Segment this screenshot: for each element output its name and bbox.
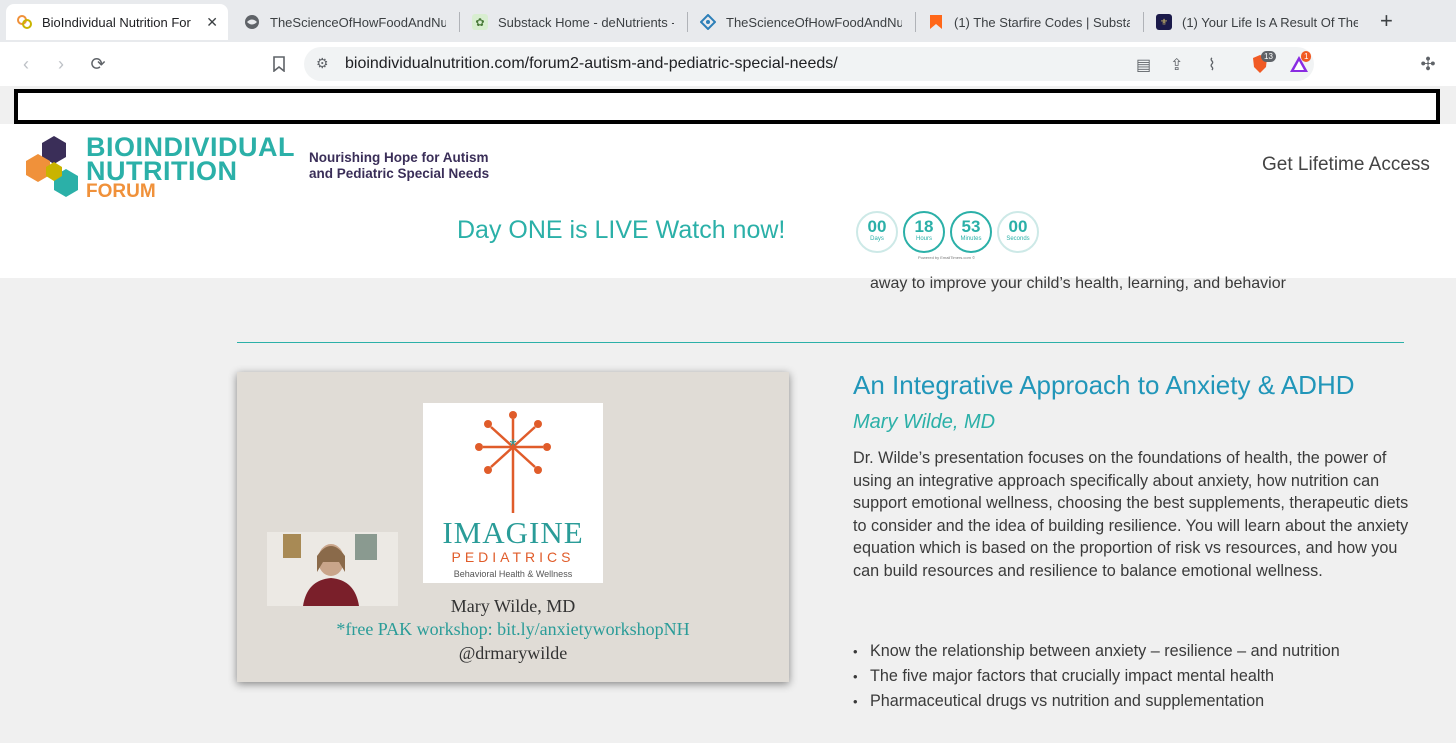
tagline: Nourishing Hope for Autism and Pediatric… <box>309 150 489 182</box>
tab-title: (1) Your Life Is A Result Of The <box>1182 14 1358 30</box>
bookmark-orange-icon <box>928 14 944 30</box>
timer-days-value: 00 <box>867 217 887 236</box>
tab-title: BioIndividual Nutrition For <box>42 14 191 30</box>
logo-line-3: FORUM <box>86 181 156 202</box>
tab-title: TheScienceOfHowFoodAndNut <box>726 14 902 30</box>
back-arrow-icon[interactable]: ‹ <box>14 52 38 76</box>
logo-sub: PEDIATRICS <box>451 549 575 565</box>
get-lifetime-access-link[interactable]: Get Lifetime Access <box>1262 154 1430 176</box>
timer-minutes-label: Minutes <box>960 236 982 242</box>
timer-hours-value: 18 <box>914 217 934 236</box>
svg-text:*: * <box>509 436 516 456</box>
globe-icon <box>244 14 260 30</box>
reader-mode-icon[interactable]: ▤ <box>1136 55 1151 75</box>
substack-favicon-icon: ✿ <box>472 14 488 30</box>
url-text[interactable]: bioindividualnutrition.com/forum2-autism… <box>345 55 838 73</box>
timer-days: 00 Days <box>856 211 898 253</box>
list-item: The five major factors that crucially im… <box>853 664 1340 689</box>
speaker-name: Mary Wilde, MD <box>853 411 996 433</box>
tab-your-life[interactable]: ⚜ (1) Your Life Is A Result Of The <box>1146 4 1368 40</box>
talk-description: Dr. Wilde’s presentation focuses on the … <box>853 449 1409 580</box>
speaker-webcam-thumbnail <box>267 532 398 606</box>
section-divider <box>237 342 1404 343</box>
takeaways-list: Know the relationship between anxiety – … <box>853 639 1340 714</box>
site-settings-icon[interactable]: ⚙ <box>316 55 329 72</box>
logo-word: IMAGINE <box>442 515 584 550</box>
tab-substack-home[interactable]: ✿ Substack Home - deNutrients - <box>462 4 684 40</box>
tab-science-1[interactable]: TheScienceOfHowFoodAndNut <box>234 4 456 40</box>
tagline-line-2: and Pediatric Special Needs <box>309 166 490 181</box>
site-header: BIOINDIVIDUAL NUTRITION FORUM Nourishing… <box>0 124 1456 278</box>
dandelion-people-icon: * <box>475 411 551 513</box>
slide-handle: @drmarywilde <box>458 643 568 663</box>
slide-workshop-link: *free PAK workshop: bit.ly/anxietyworksh… <box>336 619 690 639</box>
browser-toolbar: ‹ › ⟳ ⚙ bioindividualnutrition.com/forum… <box>0 42 1456 86</box>
address-bar[interactable]: ⚙ bioindividualnutrition.com/forum2-auti… <box>304 47 1314 81</box>
presentation-slide-image[interactable]: * IMAGINE PEDIATRICS Behavioral Health &… <box>237 372 789 682</box>
logo-hexagons-icon <box>24 134 84 204</box>
previous-bullet-text: away to improve your child’s health, lea… <box>870 275 1286 292</box>
list-item: Know the relationship between anxiety – … <box>853 639 1340 664</box>
tab-title: (1) The Starfire Codes | Substac <box>954 14 1130 30</box>
bookmark-icon[interactable] <box>267 52 291 76</box>
tab-strip: BioIndividual Nutrition For ✕ TheScience… <box>0 0 1456 42</box>
tab-science-2[interactable]: TheScienceOfHowFoodAndNut <box>690 4 912 40</box>
rss-icon[interactable]: ⌇ <box>1208 55 1216 75</box>
tab-separator <box>459 12 460 32</box>
tab-title: Substack Home - deNutrients - <box>498 14 674 30</box>
timer-hours-label: Hours <box>915 236 932 242</box>
reload-icon[interactable]: ⟳ <box>86 52 110 76</box>
tab-separator <box>915 12 916 32</box>
tab-starfire[interactable]: (1) The Starfire Codes | Substac <box>918 4 1140 40</box>
overlay-bar <box>14 89 1440 124</box>
timer-seconds-value: 00 <box>1008 217 1028 236</box>
imagine-pediatrics-logo: * IMAGINE PEDIATRICS Behavioral Health &… <box>423 403 603 583</box>
brave-shield-icon[interactable]: 13 <box>1251 51 1276 74</box>
share-icon[interactable]: ⇪ <box>1170 55 1183 75</box>
live-banner-link[interactable]: Day ONE is LIVE Watch now! <box>457 216 785 245</box>
tab-separator <box>1143 12 1144 32</box>
timer-seconds: 00 Seconds <box>997 211 1039 253</box>
timer-minutes-value: 53 <box>961 217 981 236</box>
forward-arrow-icon[interactable]: › <box>49 52 73 76</box>
tab-separator <box>687 12 688 32</box>
extensions-puzzle-icon[interactable]: ✣ <box>1416 52 1440 76</box>
new-tab-icon[interactable]: + <box>1380 8 1393 34</box>
close-tab-icon[interactable]: ✕ <box>206 14 218 31</box>
diamond-favicon-icon <box>700 14 716 30</box>
tagline-line-1: Nourishing Hope for Autism <box>309 150 489 165</box>
list-item: Pharmaceutical drugs vs nutrition and su… <box>853 689 1340 714</box>
timer-seconds-label: Seconds <box>1006 236 1030 242</box>
timer-minutes: 53 Minutes <box>950 211 992 253</box>
logo-tag: Behavioral Health & Wellness <box>453 569 573 579</box>
timer-hours: 18 Hours <box>903 211 945 253</box>
brave-badge: 13 <box>1261 51 1276 62</box>
tab-bioindividual[interactable]: BioIndividual Nutrition For ✕ <box>6 4 228 40</box>
tab-title: TheScienceOfHowFoodAndNut <box>270 14 446 30</box>
dark-square-favicon-icon: ⚜ <box>1156 14 1172 30</box>
timer-days-label: Days <box>870 236 884 242</box>
talk-title: An Integrative Approach to Anxiety & ADH… <box>853 370 1355 400</box>
brave-rewards-icon[interactable]: 1 <box>1289 51 1312 74</box>
bioindividual-favicon-icon <box>16 14 32 30</box>
timer-powered-by: Powered by EmailTimers.com © <box>918 255 976 260</box>
slide-speaker-name: Mary Wilde, MD <box>450 596 576 616</box>
